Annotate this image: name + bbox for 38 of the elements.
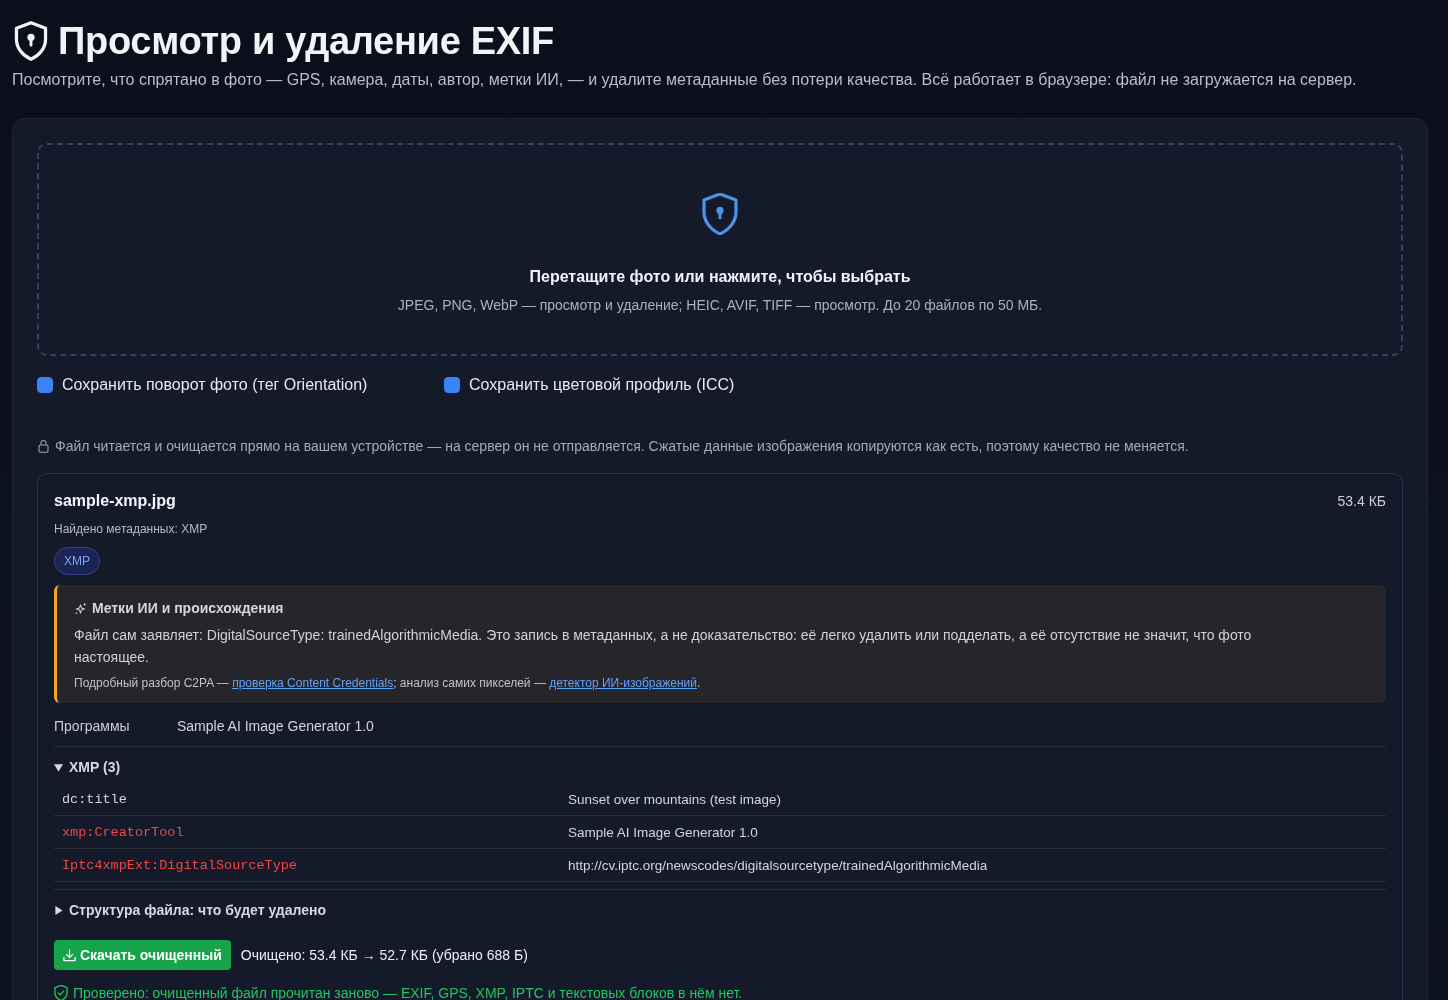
tag-value-cell-text: Sample AI Image Generator 1.0	[568, 824, 759, 840]
tag-name-cell-text: dc:title	[62, 791, 128, 807]
cleanup-result-text: Очищено: 53.4 КБ → 52.7 КБ (убрано 688 Б)	[240, 947, 528, 963]
checkbox-label: Сохранить поворот фото (тег Orientation)	[62, 376, 368, 394]
section-toggle[interactable]: XMP (3)	[54, 757, 121, 777]
checkbox[interactable]	[37, 377, 53, 393]
ai-notice-text: Файл сам заявляет: DigitalSourceType: trainedAlgorithmicMedia. Это запись в метаданных, а не доказательство: её легко удалить или подделать, а её отсутствие не значит, что фото настоящее.	[74, 626, 1253, 667]
sparkle-icon	[74, 601, 87, 615]
file-name: sample-xmp.jpg	[54, 492, 176, 510]
lock-icon	[38, 439, 49, 453]
metadata-found-text: Найдено метаданных: XMP	[54, 521, 209, 537]
ai-notice-title: Метки ИИ и происхождения	[92, 600, 284, 616]
tag-value-cell-text: Sunset over mountains (test image)	[568, 791, 783, 807]
dropzone-hint: JPEG, PNG, WebP — просмотр и удаление; HEIC, AVIF, TIFF — просмотр. До 20 файлов по 50 МБ.	[397, 296, 1043, 314]
section-toggle[interactable]: Структура файла: что будет удалено	[54, 900, 327, 920]
file-size: 53.4 КБ	[1337, 493, 1386, 509]
shield-check-icon	[54, 985, 68, 1000]
tag-name-cell-text: xmp:CreatorTool	[62, 824, 185, 840]
download-icon	[63, 948, 76, 962]
tag-name-cell-text: Iptc4xmpExt:DigitalSourceType	[62, 857, 298, 873]
caret-down-icon	[54, 762, 63, 772]
field-label: Программы	[54, 717, 131, 736]
metadata-badge: XMP	[54, 547, 100, 575]
file-dropzone[interactable]: Перетащите фото или нажмите, чтобы выбрать JPEG, PNG, WebP — просмотр и удаление; HEIC, AVIF, TIFF — просмотр. До 20 файлов по 50 МБ.	[37, 143, 1403, 356]
page-subtitle: Посмотрите, что спрятано в фото — GPS, камера, даты, автор, метки ИИ, — и удалите метаданные без потери качества. Всё работает в браузере: файл не загружается на сервер.	[12, 70, 1358, 90]
ai-notice-links-text: Подробный разбор C2PA — проверка Content Credentials; анализ самих пикселей — детектор ИИ-изображений.	[74, 675, 702, 692]
caret-right-icon	[54, 905, 63, 915]
checkbox-label: Сохранить цветовой профиль (ICC)	[469, 376, 735, 394]
dropzone-title: Перетащите фото или нажмите, чтобы выбрать	[529, 267, 911, 287]
link[interactable]: детектор ИИ-изображений	[549, 676, 697, 690]
field-value: Sample AI Image Generator 1.0	[177, 717, 375, 736]
shield-keyhole-icon	[14, 21, 48, 61]
verification-text: Проверено: очищенный файл прочитан заново — EXIF, GPS, XMP, IPTC и текстовых блоков в нём нет.	[73, 984, 743, 1000]
checkbox[interactable]	[444, 377, 460, 393]
page-title: Просмотр и удаление EXIF	[58, 19, 555, 64]
shield-keyhole-icon	[702, 193, 738, 235]
privacy-note: Файл читается и очищается прямо на вашем устройстве — на сервер он не отправляется. Сжатые данные изображения копируются как есть, поэтому качество не меняется.	[55, 437, 1189, 456]
tag-value-cell-text: http://cv.iptc.org/newscodes/digitalsourcetype/trainedAlgorithmicMedia	[568, 857, 989, 873]
